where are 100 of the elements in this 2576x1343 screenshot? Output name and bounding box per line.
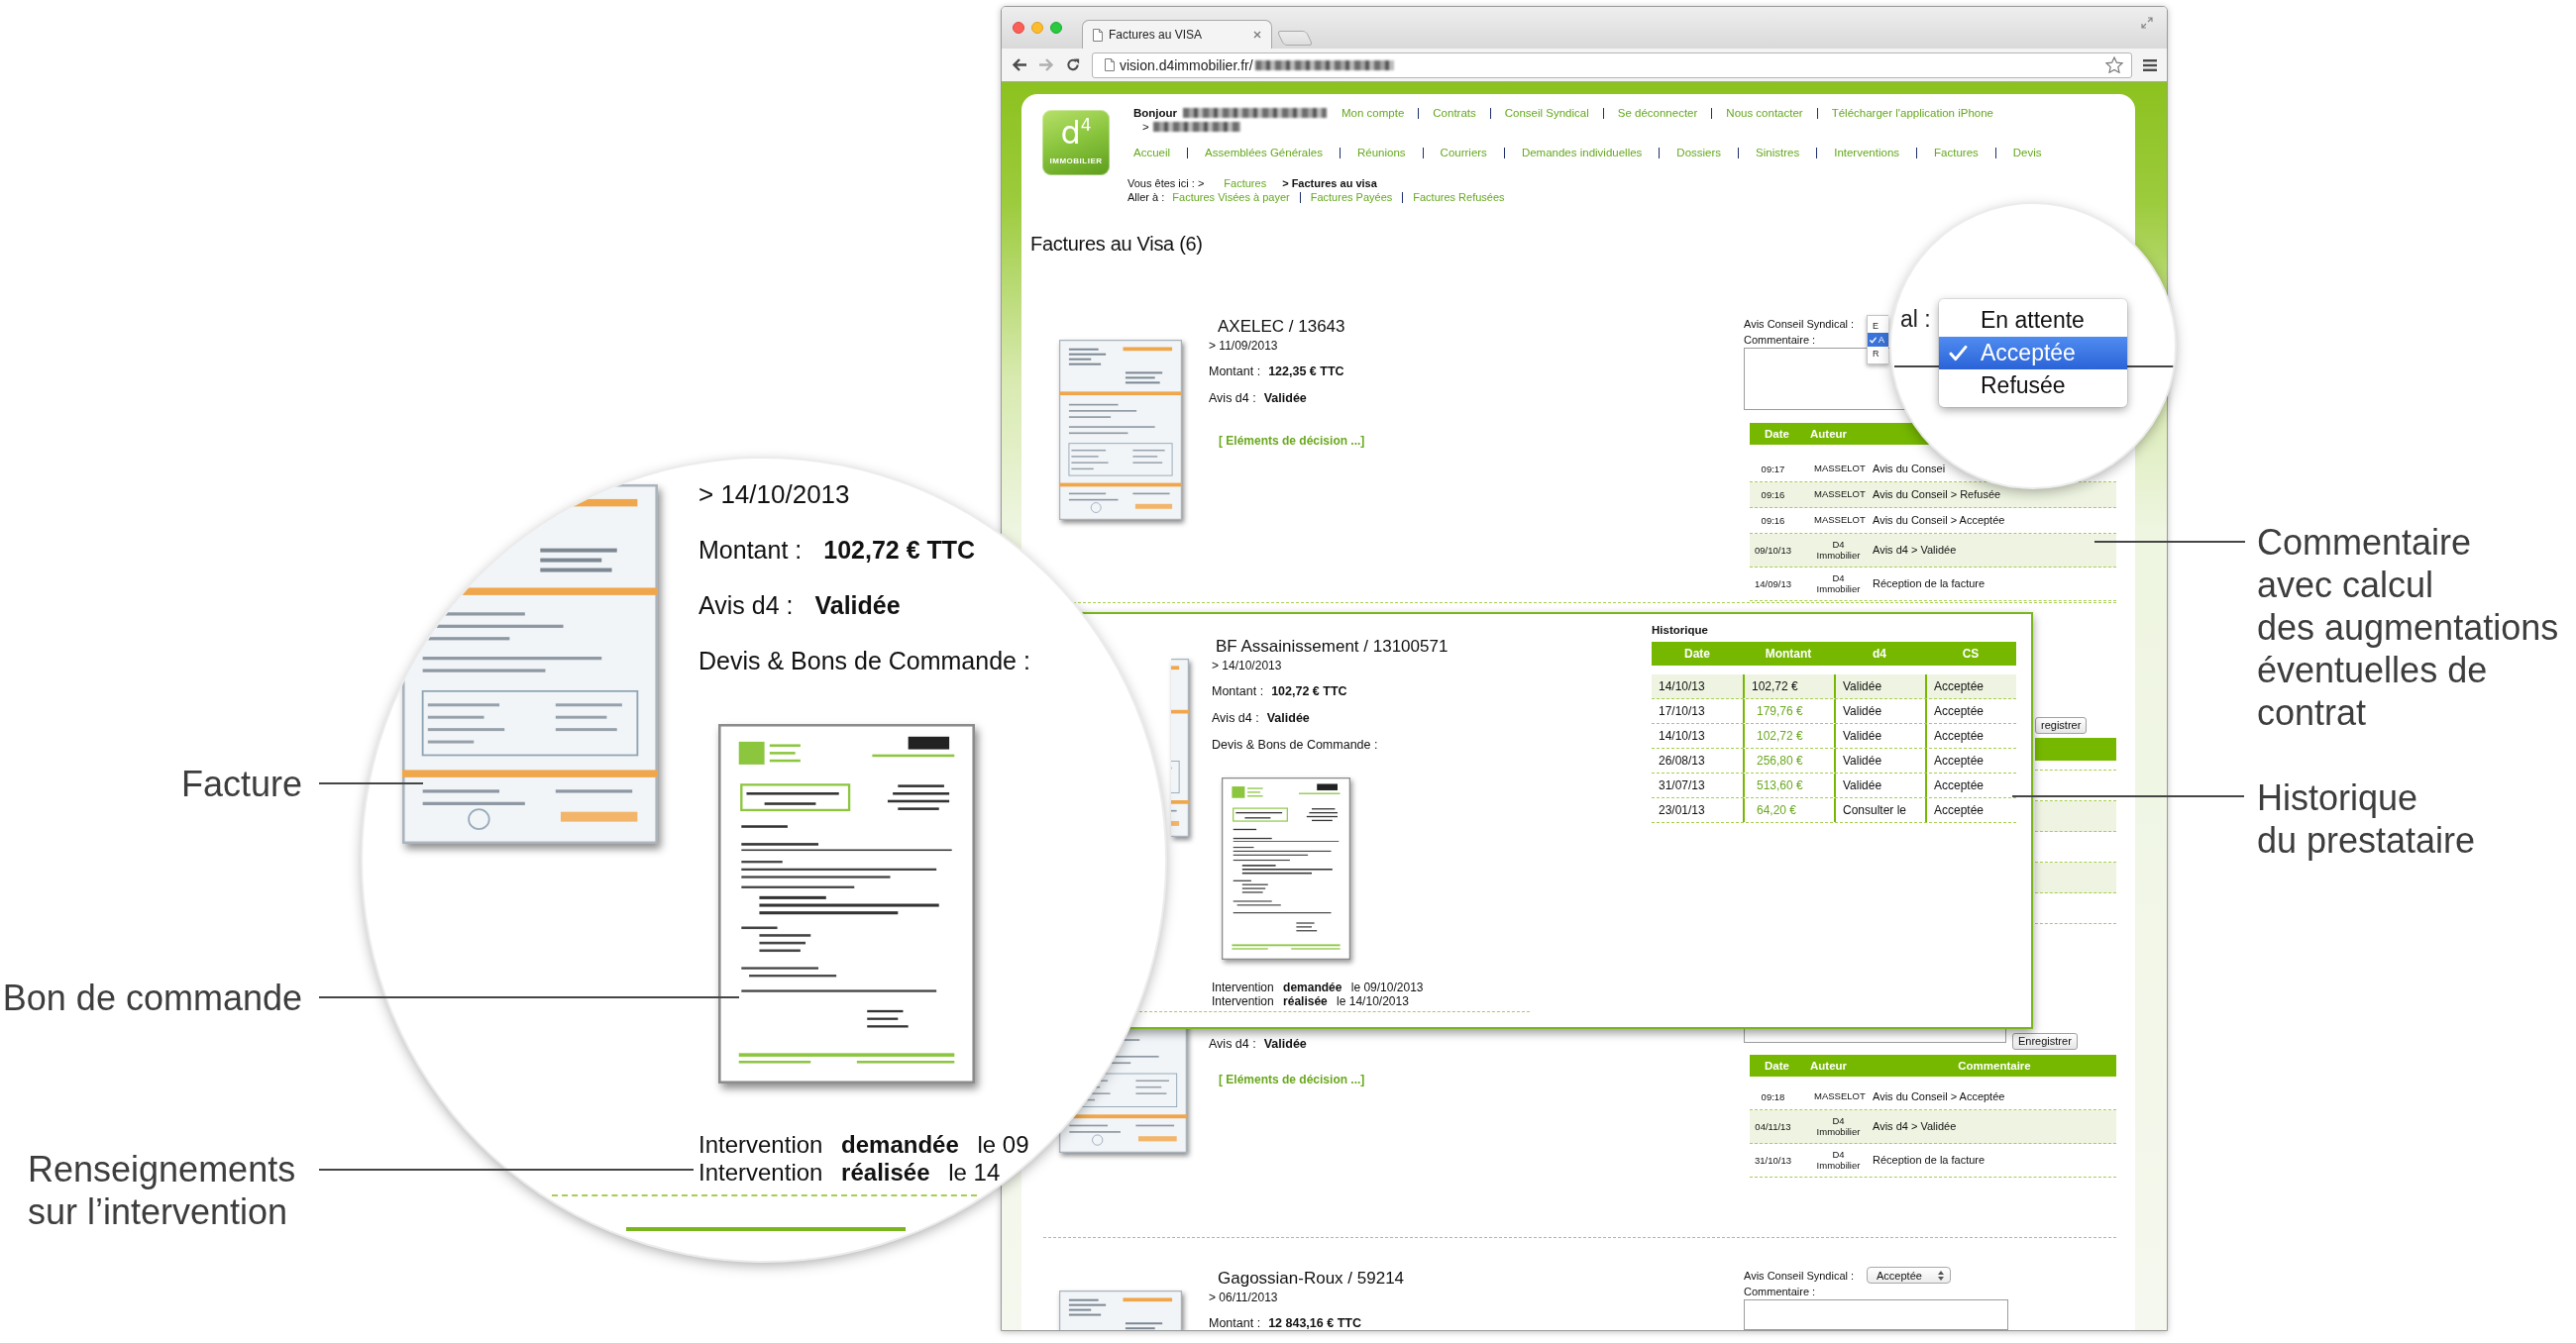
- review-status: Validée: [1266, 711, 1310, 725]
- table-cell: 513,60 €: [1743, 774, 1834, 797]
- table-cell-text: 14/10/13: [1658, 728, 1706, 745]
- nav-link[interactable]: Dossiers: [1676, 146, 1722, 159]
- updown-arrows-icon: [1938, 1270, 1944, 1281]
- invoice-scan-drawing[interactable]: [1059, 1291, 1182, 1330]
- table-cell: Acceptée: [1925, 674, 2016, 698]
- address-field[interactable]: vision.d4immobilier.fr/: [1092, 52, 2132, 78]
- column-header: Commentaire: [1957, 1060, 2032, 1072]
- status-select[interactable]: Acceptée: [1867, 1267, 1951, 1284]
- table-cell-text: 17/10/13: [1658, 703, 1706, 720]
- table-cell-text: D4 Immobilier: [1815, 1150, 1862, 1171]
- table-cell-text: Réception de la facture: [1873, 577, 1986, 590]
- back-icon[interactable]: [1012, 57, 1027, 72]
- save-button[interactable]: Enregistrer: [2012, 1033, 2078, 1050]
- nav-link[interactable]: Contrats: [1433, 106, 1476, 120]
- table-cell: 102,72 €: [1743, 674, 1834, 698]
- star-icon[interactable]: [2105, 56, 2123, 73]
- table-cell-text: 09/10/13: [1754, 545, 1792, 556]
- nav-link[interactable]: Accueil: [1133, 146, 1171, 159]
- nav-link[interactable]: Sinistres: [1756, 146, 1800, 159]
- nav-link[interactable]: Se déconnecter: [1617, 106, 1698, 120]
- goto-link[interactable]: Factures Payées: [1310, 190, 1393, 204]
- table-cell: 256,80 €: [1743, 749, 1834, 773]
- nav-link[interactable]: Demandes individuelles: [1521, 146, 1643, 159]
- invoice-scan-drawing[interactable]: [1171, 659, 1189, 837]
- invoice-title: BF Assainissement / 13100571: [1216, 637, 1449, 657]
- table-cell: Validée: [1834, 699, 1925, 723]
- forward-icon[interactable]: [1038, 57, 1054, 72]
- greeting-text: Bonjour: [1133, 106, 1178, 120]
- nav-link[interactable]: Courriers: [1440, 146, 1487, 159]
- breadcrumb-current: > Factures au visa: [1282, 176, 1377, 190]
- column-header: Montant: [1764, 647, 1813, 661]
- column-header: Auteur: [1809, 428, 1849, 440]
- nav-link[interactable]: Nous contacter: [1726, 106, 1803, 120]
- documents-label: Devis & Bons de Commande :: [698, 646, 1030, 675]
- review-label: Avis d4 :: [698, 591, 794, 619]
- breadcrumb-link[interactable]: Factures: [1224, 176, 1267, 190]
- column-header: Date: [1764, 1060, 1790, 1072]
- invoice-scan-drawing[interactable]: [1059, 340, 1182, 520]
- table-cell-text: MASSELOT: [1813, 1091, 1867, 1102]
- close-icon[interactable]: [1253, 31, 1261, 39]
- fullscreen-icon[interactable]: [2141, 17, 2153, 29]
- menu-icon[interactable]: [2143, 58, 2157, 71]
- browser-tab[interactable]: Factures au VISA: [1082, 20, 1272, 49]
- table-cell-text: Avis du Consei: [1873, 463, 1947, 475]
- leader-line: [1894, 365, 1940, 367]
- menu-item[interactable]: Acceptée: [1939, 337, 2127, 369]
- nav-link[interactable]: Devis: [2012, 146, 2042, 159]
- comment-label: Commentaire :: [1744, 1285, 1816, 1299]
- amount-label: Montant :: [698, 536, 803, 564]
- goto-link[interactable]: Factures Visées à payer: [1172, 190, 1290, 204]
- invoice-date: > 14/10/2013: [698, 479, 850, 509]
- nav-link[interactable]: Interventions: [1834, 146, 1900, 159]
- nav-link[interactable]: Factures: [1934, 146, 1979, 159]
- table-cell: Acceptée: [1925, 724, 2016, 748]
- table-cell-text: 09:17: [1760, 464, 1786, 474]
- table-cell-text: Avis d4 > Validée: [1873, 1120, 1958, 1133]
- nav-link[interactable]: Télécharger l'application iPhone: [1831, 106, 1993, 120]
- table-cell-text: MASSELOT: [1813, 464, 1867, 474]
- table-cell-text: Avis d4 > Validée: [1873, 544, 1958, 557]
- menu-item[interactable]: En attente: [1939, 304, 2127, 337]
- window-close-icon[interactable]: [1013, 22, 1024, 34]
- menu-item[interactable]: A: [1868, 333, 1888, 347]
- reload-icon[interactable]: [1065, 57, 1081, 72]
- review-label: Avis d4 :: [1209, 391, 1256, 405]
- table-cell-text: 31/07/13: [1658, 777, 1706, 794]
- window-zoom-icon[interactable]: [1050, 22, 1062, 34]
- decision-link[interactable]: [ Eléments de décision ...]: [1219, 1073, 1365, 1086]
- page-icon: [1093, 28, 1103, 42]
- nav-link[interactable]: Conseil Syndical: [1504, 106, 1589, 120]
- amount-label: Montant :: [1209, 1316, 1261, 1330]
- invoice-date: > 14/10/2013: [1212, 659, 1282, 672]
- menu-item[interactable]: E: [1868, 319, 1888, 333]
- nav-link[interactable]: Mon compte: [1342, 106, 1405, 120]
- amount-value: 122,35 € TTC: [1268, 364, 1344, 378]
- invoice-date: > 11/09/2013: [1209, 339, 1278, 353]
- logo-tile[interactable]: d$^{4}$ IMMOBILIER: [1042, 110, 1110, 175]
- review-status: Validée: [1263, 1037, 1307, 1051]
- comment-field[interactable]: [1744, 1299, 2008, 1330]
- amount-label: Montant :: [1212, 684, 1264, 698]
- menu-item[interactable]: R: [1868, 347, 1888, 361]
- order-form-drawing[interactable]: [1222, 777, 1350, 960]
- greeting-marker: >: [1142, 120, 1149, 134]
- amount-value: 102,72 € TTC: [1271, 684, 1347, 698]
- menu-item[interactable]: Refusée: [1939, 369, 2127, 402]
- documents-label: Devis & Bons de Commande :: [1212, 738, 1378, 753]
- table-cell: Acceptée: [1925, 699, 2016, 723]
- table-cell: 102,72 €: [1743, 724, 1834, 748]
- nav-link[interactable]: Réunions: [1357, 146, 1406, 159]
- amount-label: Montant :: [1209, 364, 1261, 378]
- table-cell-text: 09:18: [1760, 1091, 1786, 1102]
- annotation-label: Historique du prestataire: [2257, 776, 2476, 862]
- annotation-label: Facture: [180, 763, 302, 805]
- window-minimize-icon[interactable]: [1031, 22, 1043, 34]
- nav-link[interactable]: Assemblées Générales: [1205, 146, 1323, 159]
- decision-link[interactable]: [ Eléments de décision ...]: [1219, 434, 1365, 448]
- breadcrumb-label: Vous êtes ici : >: [1127, 176, 1205, 190]
- goto-link[interactable]: Factures Refusées: [1413, 190, 1505, 204]
- save-button[interactable]: registrer: [2035, 717, 2088, 734]
